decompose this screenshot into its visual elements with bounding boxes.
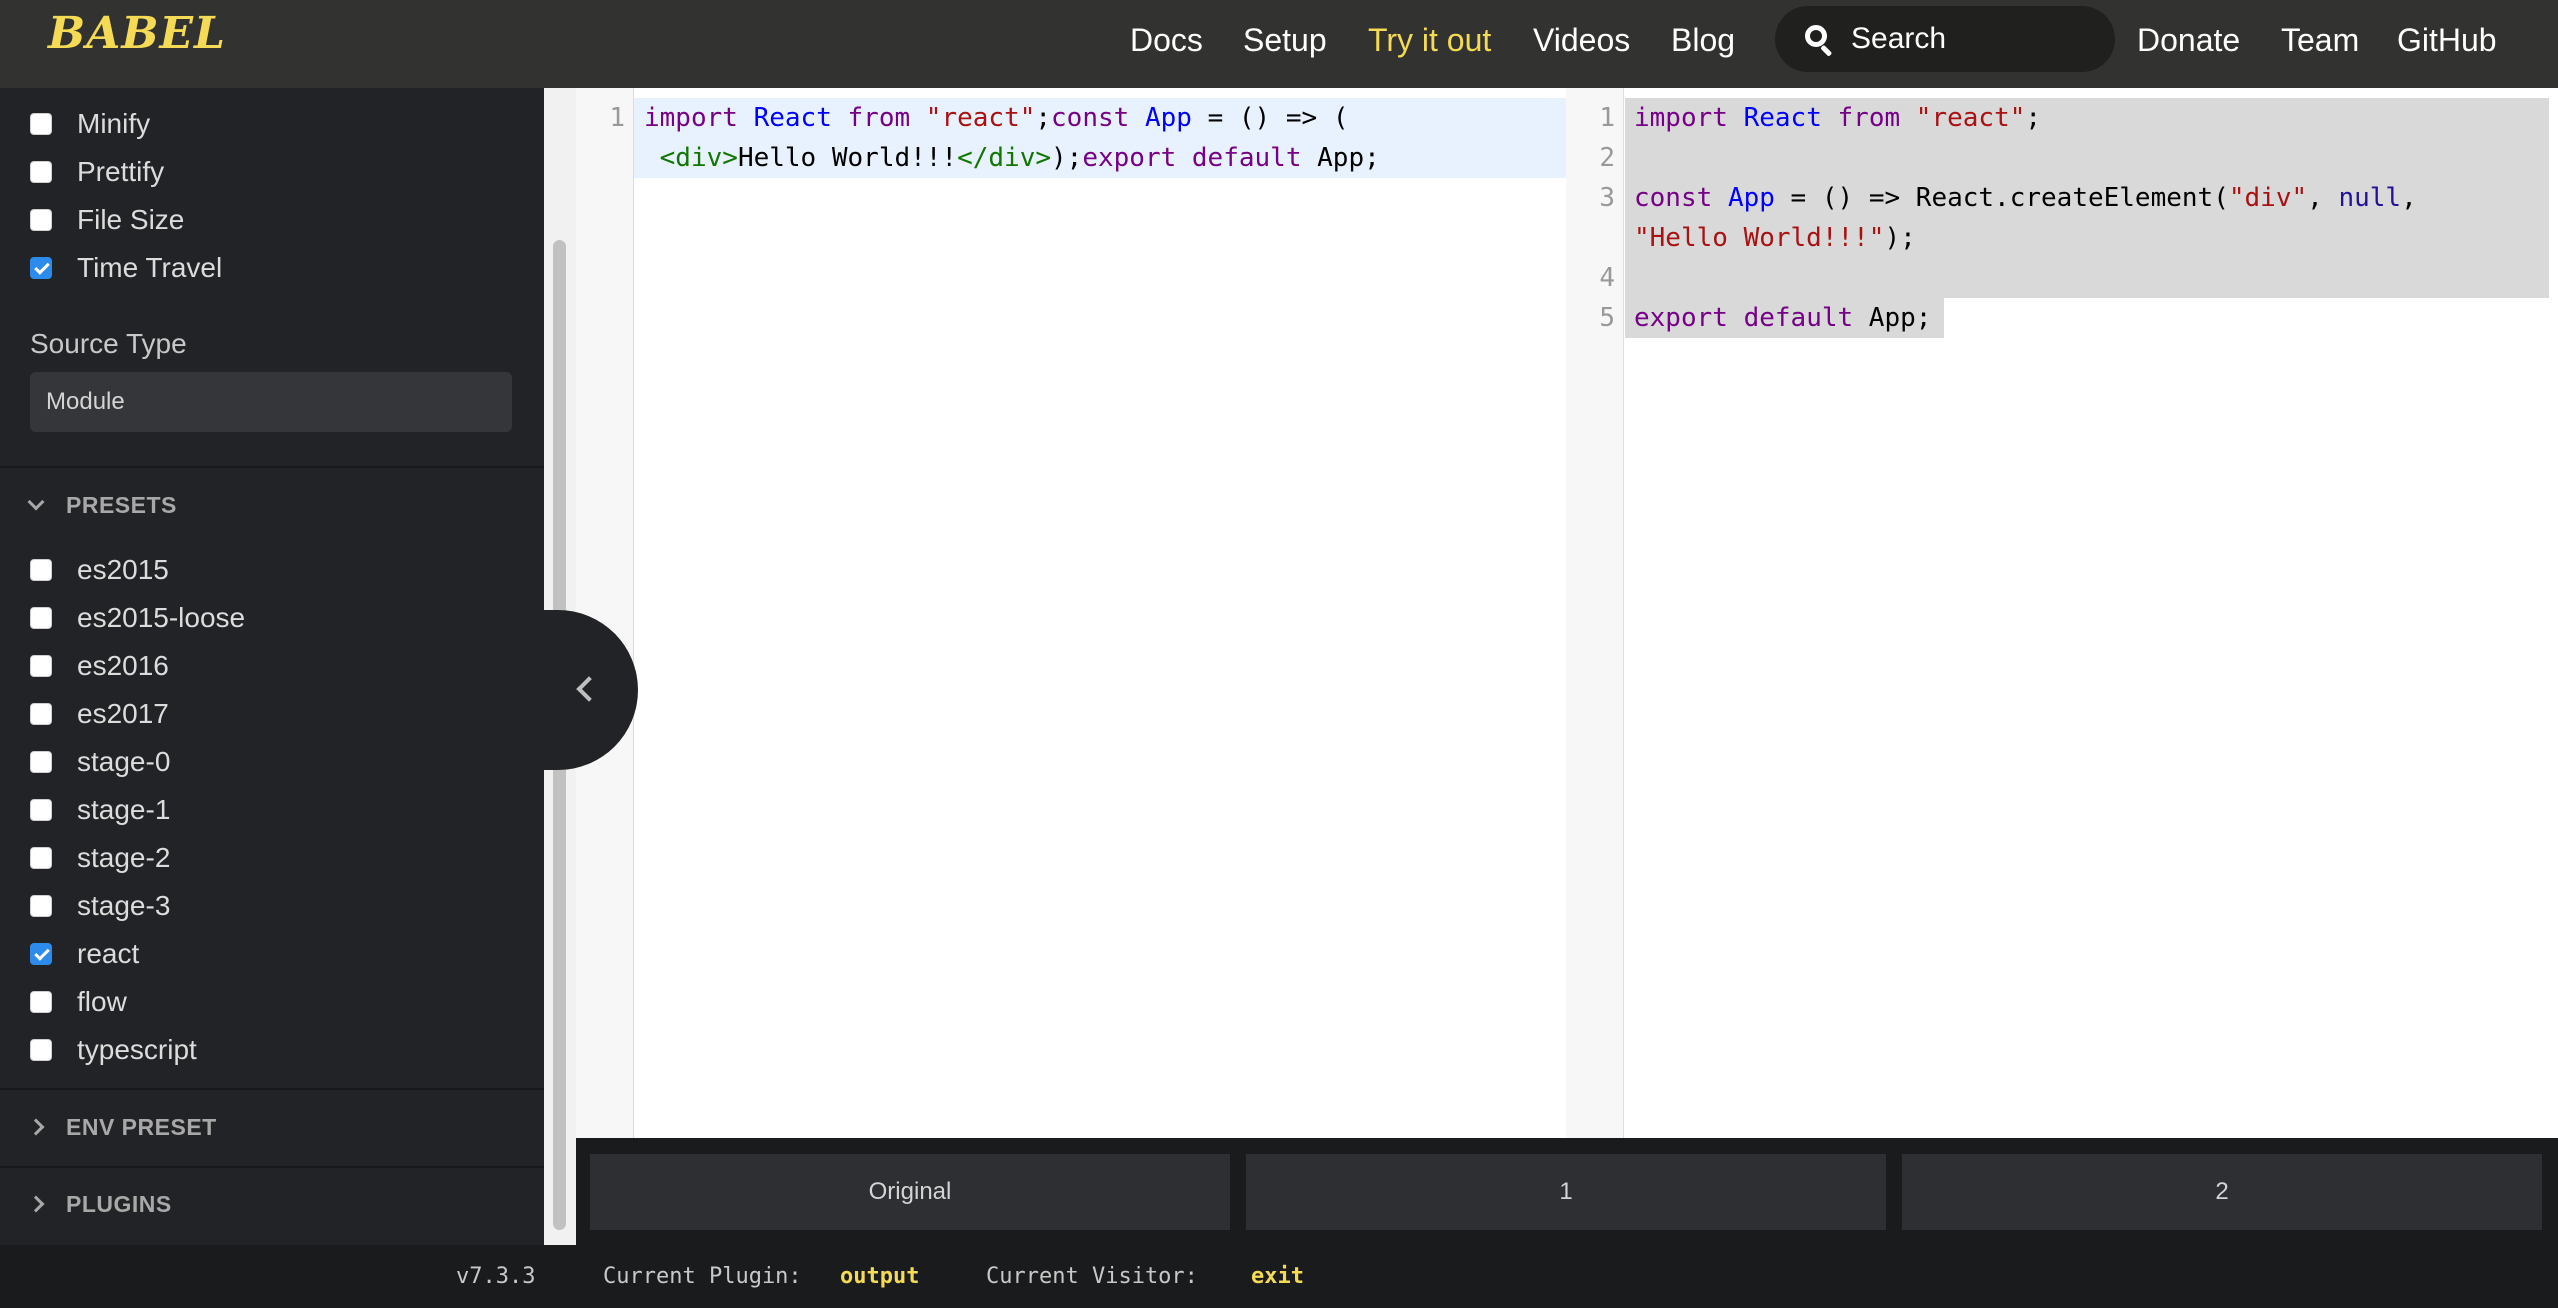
search-icon	[1805, 25, 1833, 57]
preset-es2015[interactable]: es2015	[30, 550, 169, 590]
checkbox[interactable]	[30, 799, 52, 821]
chevron-left-icon	[576, 676, 602, 702]
env-preset-label: ENV PRESET	[66, 1113, 217, 1140]
chevron-right-icon	[27, 1118, 45, 1136]
checkbox[interactable]	[30, 559, 52, 581]
time-travel-step-1-button[interactable]: 1	[1246, 1154, 1886, 1230]
option-time-travel[interactable]: Time Travel	[30, 248, 222, 288]
chevron-down-icon	[27, 493, 45, 511]
editor-area: 1 import React from "react";const App = …	[576, 88, 2558, 1138]
preset-flow[interactable]: flow	[30, 982, 127, 1022]
preset-es2015-loose[interactable]: es2015-loose	[30, 598, 245, 638]
status-footer: v7.3.3 Current Plugin: output Current Vi…	[0, 1245, 2558, 1308]
option-file-size[interactable]: File Size	[30, 200, 184, 240]
line-number: 1	[1599, 103, 1615, 133]
search-input[interactable]	[1851, 18, 2091, 60]
current-plugin-value: output	[840, 1264, 920, 1289]
preset-es2016[interactable]: es2016	[30, 646, 169, 686]
nav-blog[interactable]: Blog	[1671, 20, 1735, 60]
divider	[0, 466, 544, 468]
nav-docs[interactable]: Docs	[1130, 20, 1203, 60]
preset-stage-3[interactable]: stage-3	[30, 886, 170, 926]
input-gutter: 1	[576, 88, 634, 1138]
checkbox[interactable]	[30, 209, 52, 231]
option-label: File Size	[77, 204, 185, 235]
line-number: 2	[1599, 143, 1615, 173]
preset-stage-0[interactable]: stage-0	[30, 742, 170, 782]
checkbox[interactable]	[30, 1039, 52, 1061]
checkbox[interactable]	[30, 113, 52, 135]
current-visitor-label: Current Visitor:	[986, 1264, 1198, 1289]
output-code[interactable]: import React from "react"; const App = (…	[1634, 98, 2417, 338]
option-minify[interactable]: Minify	[30, 104, 150, 144]
source-type-label: Source Type	[30, 328, 187, 359]
source-type-select[interactable]: Module	[30, 372, 512, 432]
preset-label: stage-3	[77, 890, 171, 921]
checkbox[interactable]	[30, 607, 52, 629]
plugins-header[interactable]: PLUGINS	[27, 1184, 172, 1224]
checkbox[interactable]	[30, 655, 52, 677]
plugins-label: PLUGINS	[66, 1190, 172, 1217]
preset-label: flow	[77, 986, 127, 1017]
options-sidebar: Minify Prettify File Size Time Travel So…	[0, 88, 544, 1245]
divider	[0, 1166, 544, 1168]
line-number: 3	[1599, 183, 1615, 213]
current-plugin-label: Current Plugin:	[603, 1264, 802, 1289]
checkbox[interactable]	[30, 895, 52, 917]
checkbox[interactable]	[30, 751, 52, 773]
preset-label: stage-0	[77, 746, 171, 777]
option-label: Time Travel	[77, 252, 223, 283]
preset-label: es2015-loose	[77, 602, 246, 633]
option-label: Minify	[77, 108, 151, 139]
preset-label: stage-2	[77, 842, 171, 873]
divider	[0, 1088, 544, 1090]
preset-react[interactable]: react	[30, 934, 139, 974]
version-text: v7.3.3	[456, 1264, 536, 1289]
preset-stage-2[interactable]: stage-2	[30, 838, 170, 878]
preset-label: es2016	[77, 650, 169, 681]
line-number: 5	[1599, 303, 1615, 333]
env-preset-header[interactable]: ENV PRESET	[27, 1107, 217, 1147]
checkbox[interactable]	[30, 943, 52, 965]
option-prettify[interactable]: Prettify	[30, 152, 164, 192]
preset-label: stage-1	[77, 794, 171, 825]
nav-team[interactable]: Team	[2281, 20, 2359, 60]
preset-label: react	[77, 938, 140, 969]
preset-label: es2015	[77, 554, 169, 585]
chevron-right-icon	[27, 1195, 45, 1213]
checkbox[interactable]	[30, 991, 52, 1013]
preset-typescript[interactable]: typescript	[30, 1030, 197, 1070]
time-travel-original-button[interactable]: Original	[590, 1154, 1230, 1230]
line-number: 4	[1599, 263, 1615, 293]
checkbox[interactable]	[30, 703, 52, 725]
current-visitor-value: exit	[1251, 1264, 1304, 1289]
time-travel-bar: Original 1 2	[576, 1138, 2558, 1245]
nav-github[interactable]: GitHub	[2397, 20, 2497, 60]
top-nav: BABEL Docs Setup Try it out Videos Blog …	[0, 0, 2558, 88]
input-code[interactable]: import React from "react";const App = ()…	[644, 98, 1380, 178]
nav-setup[interactable]: Setup	[1243, 20, 1327, 60]
nav-try-it-out[interactable]: Try it out	[1368, 20, 1491, 60]
preset-label: es2017	[77, 698, 169, 729]
output-gutter: 1 2 3 4 5	[1566, 88, 1624, 1138]
babel-logo[interactable]: BABEL	[48, 8, 226, 59]
checkbox[interactable]	[30, 257, 52, 279]
presets-header[interactable]: PRESETS	[27, 485, 177, 525]
time-travel-step-2-button[interactable]: 2	[1902, 1154, 2542, 1230]
checkbox[interactable]	[30, 161, 52, 183]
nav-donate[interactable]: Donate	[2137, 20, 2240, 60]
presets-label: PRESETS	[66, 491, 177, 518]
preset-label: typescript	[77, 1034, 197, 1065]
preset-stage-1[interactable]: stage-1	[30, 790, 170, 830]
search-box[interactable]	[1775, 6, 2115, 72]
line-number: 1	[609, 103, 625, 133]
preset-es2017[interactable]: es2017	[30, 694, 169, 734]
checkbox[interactable]	[30, 847, 52, 869]
nav-videos[interactable]: Videos	[1533, 20, 1630, 60]
option-label: Prettify	[77, 156, 165, 187]
